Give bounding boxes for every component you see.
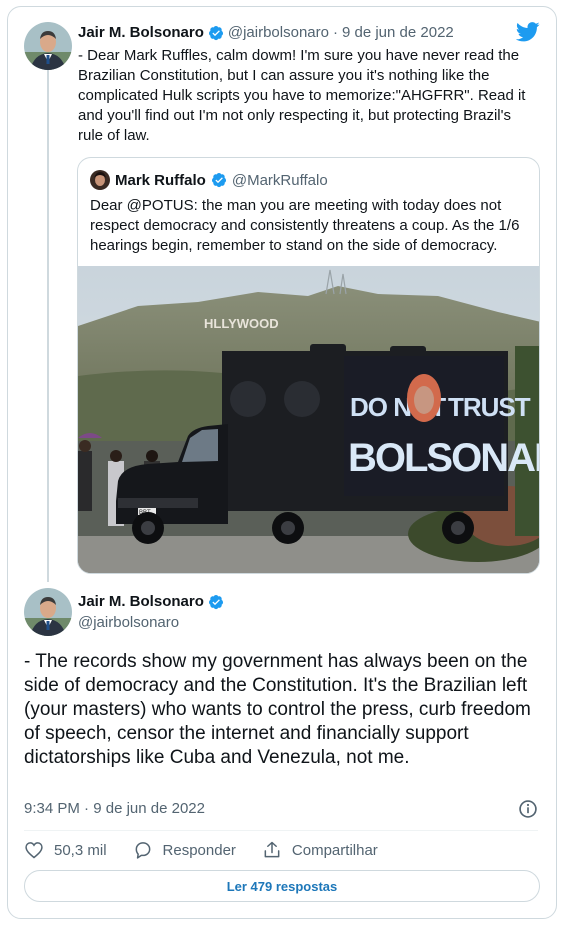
read-replies-button[interactable]: Ler 479 respostas	[24, 870, 540, 902]
quoted-tweet-photo[interactable]: HLLYWOOD DO NOT TRUST BOLSONARO	[78, 266, 540, 574]
main-author-handle[interactable]: @jairbolsonaro	[78, 614, 224, 631]
truck-text-bolsonaro: BOLSONARO	[348, 436, 540, 480]
quoted-tweet-text: Dear @POTUS: the man you are meeting wit…	[90, 197, 520, 254]
quoted-tweet-header: Mark Ruffalo @MarkRuffalo	[90, 170, 328, 190]
main-author-name-row: Jair M. Bolsonaro	[78, 593, 224, 610]
timestamp-separator: ·	[84, 800, 90, 817]
tweet-actions-bar: 50,3 mil Responder Compartilhar	[24, 840, 404, 860]
reply-date[interactable]: 9 de jun de 2022	[342, 24, 454, 41]
hollywood-sign: HLLYWOOD	[204, 316, 279, 331]
main-author-avatar[interactable]	[24, 588, 72, 636]
reply-author-handle[interactable]: @jairbolsonaro	[228, 24, 329, 41]
like-button[interactable]: 50,3 mil	[24, 840, 107, 860]
quoted-author-avatar	[90, 170, 110, 190]
share-label: Compartilhar	[291, 841, 378, 859]
tweet-time: 9:34 PM	[24, 800, 80, 817]
twitter-bird-icon[interactable]	[515, 22, 540, 42]
main-tweet-text: - The records show my government has alw…	[24, 651, 531, 768]
share-button[interactable]: Compartilhar	[262, 840, 378, 860]
reply-tweet-text: - Dear Mark Ruffles, calm dowm! I'm sure…	[78, 47, 526, 144]
header-separator: ·	[332, 24, 338, 41]
verified-badge-icon	[208, 25, 223, 40]
verified-badge-icon	[211, 173, 226, 188]
reply-bubble-icon	[135, 842, 150, 859]
like-count: 50,3 mil	[54, 841, 107, 859]
actions-divider	[24, 830, 538, 831]
tweet-date: 9 de jun de 2022	[93, 800, 205, 817]
reply-author-avatar[interactable]	[24, 22, 72, 70]
info-icon[interactable]	[518, 799, 538, 819]
heart-icon	[25, 842, 43, 859]
reply-author-name[interactable]: Jair M. Bolsonaro	[78, 24, 204, 41]
tweet-timestamp[interactable]: 9:34 PM · 9 de jun de 2022	[24, 800, 205, 817]
main-author-name[interactable]: Jair M. Bolsonaro	[78, 593, 204, 610]
quoted-author-name: Mark Ruffalo	[115, 171, 206, 189]
quoted-author-handle: @MarkRuffalo	[231, 171, 328, 189]
truck-text-trust: TRUST	[448, 392, 531, 422]
reply-label: Responder	[162, 841, 236, 859]
main-tweet-header: Jair M. Bolsonaro @jairbolsonaro	[78, 593, 224, 631]
verified-badge-icon	[208, 594, 223, 609]
reply-button[interactable]: Responder	[133, 840, 236, 860]
share-icon	[264, 841, 280, 858]
reply-header: Jair M. Bolsonaro @jairbolsonaro · 9 de …	[78, 24, 454, 41]
thread-connector-line	[47, 70, 49, 582]
quoted-tweet[interactable]: Mark Ruffalo @MarkRuffalo Dear @POTUS: t…	[77, 157, 540, 574]
